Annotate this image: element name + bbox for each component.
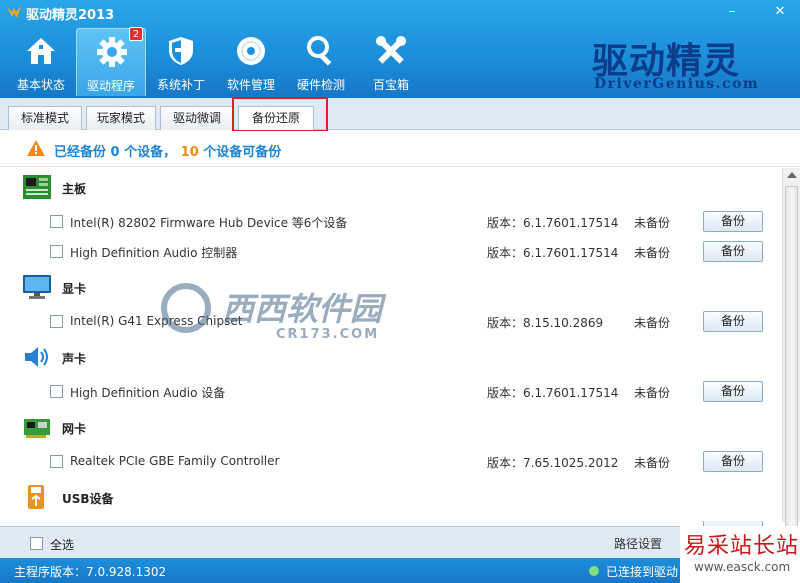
motherboard-icon — [23, 175, 51, 199]
speaker-icon — [25, 347, 48, 367]
category-motherboard: 主板 — [0, 170, 782, 204]
backup-button[interactable]: 备份 — [703, 241, 763, 262]
backed-count: 0 — [110, 145, 120, 160]
title-bar: 驱动精灵2013 – ✕ — [0, 0, 800, 24]
device-row: Intel(R) G41 Express Chipset 版本：8.15.10.… — [0, 307, 782, 337]
device-checkbox[interactable] — [50, 315, 63, 328]
device-name: Intel(R) 82802 Firmware Hub Device 等6个设备 — [70, 216, 348, 230]
summary-suffix: 个设备可备份 — [203, 145, 282, 160]
backup-summary: 已经备份 0 个设备， 10 个设备可备份 — [0, 131, 800, 167]
device-version: 版本：6.1.7601.17514 — [487, 246, 619, 260]
connected-icon — [589, 566, 599, 576]
corner-logo-text: 易采站长站 — [684, 534, 800, 559]
nav-label: 硬件检测 — [296, 78, 345, 92]
backup-button[interactable]: 备份 — [703, 311, 763, 332]
nav-item-hardware[interactable]: 硬件检测 — [286, 28, 356, 96]
tools-icon — [376, 36, 406, 64]
nav-item-toolbox[interactable]: 百宝箱 — [356, 28, 426, 96]
brand-url: DriverGenius.com — [594, 76, 760, 92]
category-label: 显卡 — [62, 282, 87, 296]
device-name: Intel(R) G41 Express Chipset — [70, 314, 243, 328]
tab-bar: 标准模式 玩家模式 驱动微调 备份还原 — [0, 98, 800, 131]
gear-icon — [97, 37, 127, 67]
app-title: 驱动精灵2013 — [26, 8, 115, 23]
backup-status: 未备份 — [634, 216, 671, 230]
device-version: 版本：8.15.10.2869 — [487, 316, 604, 330]
nav-item-system-patch[interactable]: 系统补丁 — [146, 28, 216, 96]
summary-mid: 个设备， — [124, 145, 177, 160]
summary-prefix: 已经备份 — [54, 145, 107, 160]
device-name: Realtek PCIe GBE Family Controller — [70, 454, 280, 468]
category-graphics: 显卡 — [0, 270, 782, 304]
monitor-icon — [23, 275, 51, 299]
device-checkbox[interactable] — [50, 385, 63, 398]
connection-status: 已连接到驱动 — [606, 565, 679, 579]
backup-button[interactable]: 备份 — [703, 451, 763, 472]
magnifier-icon — [307, 36, 332, 66]
shield-icon — [169, 37, 193, 65]
backup-status: 未备份 — [634, 316, 671, 330]
scroll-thumb[interactable] — [785, 186, 798, 532]
backup-status: 未备份 — [634, 386, 671, 400]
path-settings-link[interactable]: 路径设置 — [614, 535, 662, 552]
scrollbar[interactable] — [782, 168, 800, 532]
device-checkbox[interactable] — [50, 245, 63, 258]
main-nav: 基本状态 2 驱动程序 系统补丁 软件管理 硬件检测 百宝箱 — [6, 27, 426, 96]
device-version: 版本：6.1.7601.17514 — [487, 386, 619, 400]
device-name: High Definition Audio 控制器 — [70, 246, 238, 260]
tab-driver-tuning[interactable]: 驱动微调 — [160, 106, 234, 130]
nav-item-software[interactable]: 软件管理 — [216, 28, 286, 96]
tab-player-mode[interactable]: 玩家模式 — [86, 106, 156, 130]
nav-label: 百宝箱 — [372, 78, 409, 92]
nav-item-basic-status[interactable]: 基本状态 — [6, 28, 76, 96]
device-row: High Definition Audio 设备 版本：6.1.7601.175… — [0, 377, 782, 407]
device-checkbox[interactable] — [50, 215, 63, 228]
minimize-button[interactable]: – — [722, 3, 742, 21]
notification-badge: 2 — [129, 27, 143, 41]
nav-label: 基本状态 — [16, 78, 65, 92]
select-all-label[interactable]: 全选 — [50, 536, 74, 553]
device-name: High Definition Audio 设备 — [70, 386, 226, 400]
disc-icon — [237, 37, 265, 65]
summary-text: 已经备份 0 个设备， 10 个设备可备份 — [54, 141, 281, 160]
device-row: Realtek PCIe GBE Family Controller 版本：7.… — [0, 447, 782, 477]
category-label: 主板 — [62, 182, 87, 196]
highlight-annotation — [232, 97, 328, 132]
backup-status: 未备份 — [634, 246, 671, 260]
brand-logo: 驱动精灵 DriverGenius.com — [592, 32, 792, 96]
nav-label: 软件管理 — [226, 78, 275, 92]
network-card-icon — [24, 419, 50, 438]
device-row: High Definition Audio 控制器 版本：6.1.7601.17… — [0, 237, 782, 267]
category-label: 网卡 — [62, 422, 87, 436]
corner-logo-url: www.easck.com — [694, 560, 791, 574]
version-text: 主程序版本：7.0.928.1302 — [14, 565, 167, 579]
backup-status: 未备份 — [634, 456, 671, 470]
category-label: USB设备 — [62, 492, 114, 506]
corner-site-logo: 易采站长站 www.easck.com — [680, 526, 800, 583]
device-version: 版本：6.1.7601.17514 — [487, 216, 619, 230]
category-label: 声卡 — [62, 352, 87, 366]
category-usb: USB设备 — [0, 480, 782, 514]
backup-button[interactable]: 备份 — [703, 211, 763, 232]
usb-icon — [28, 485, 44, 509]
header: 驱动精灵2013 – ✕ 基本状态 2 驱动程序 系统补丁 软件管理 硬件检测 … — [0, 0, 800, 98]
category-network: 网卡 — [0, 410, 782, 444]
device-version: 版本：7.65.1025.2012 — [487, 456, 619, 470]
nav-label: 系统补丁 — [156, 78, 205, 92]
category-sound: 声卡 — [0, 340, 782, 374]
warning-icon — [27, 140, 45, 156]
backup-button[interactable]: 备份 — [703, 381, 763, 402]
scroll-up-arrow-icon[interactable] — [787, 172, 797, 178]
device-row: Intel(R) 82802 Firmware Hub Device 等6个设备… — [0, 207, 782, 237]
app-logo-icon — [7, 6, 21, 18]
available-count: 10 — [180, 145, 199, 160]
home-icon — [27, 38, 55, 64]
device-checkbox[interactable] — [50, 455, 63, 468]
tab-standard-mode[interactable]: 标准模式 — [8, 106, 82, 130]
select-all-checkbox[interactable] — [30, 537, 43, 550]
close-button[interactable]: ✕ — [770, 3, 790, 21]
device-list: 主板 Intel(R) 82802 Firmware Hub Device 等6… — [0, 168, 782, 522]
nav-item-drivers[interactable]: 2 驱动程序 — [76, 27, 146, 96]
nav-label: 驱动程序 — [86, 79, 135, 93]
